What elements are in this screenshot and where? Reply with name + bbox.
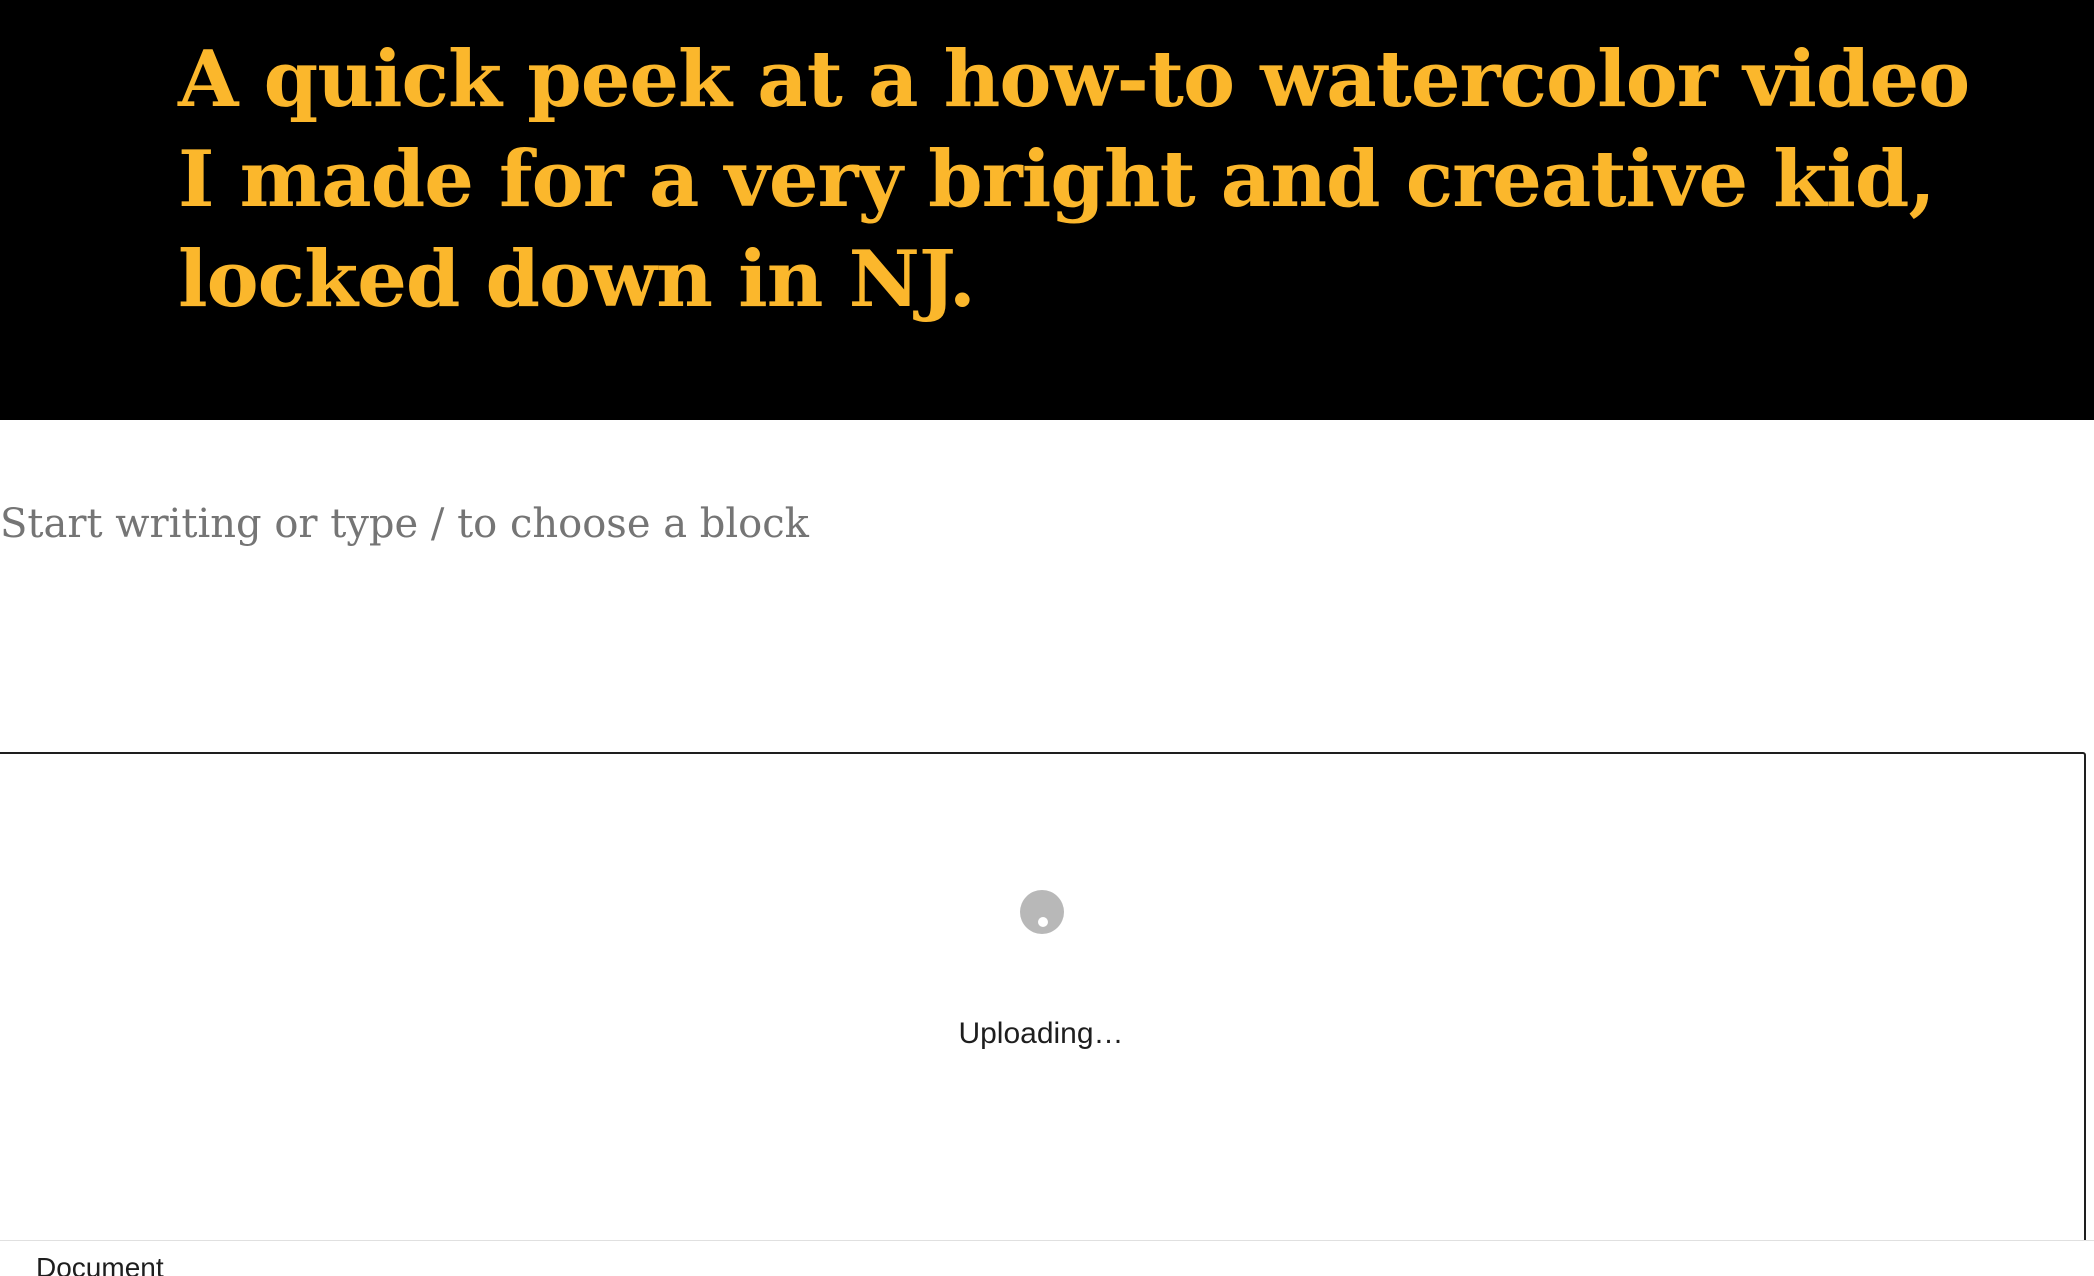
video-upload-block[interactable]: Uploading… — [0, 752, 2086, 1244]
post-title-banner: A quick peek at a how-to watercolor vide… — [0, 0, 2094, 420]
upload-status-text: Uploading… — [958, 1017, 1124, 1050]
loading-spinner-icon — [1020, 890, 1064, 934]
block-appender-placeholder[interactable]: Start writing or type / to choose a bloc… — [0, 494, 809, 554]
block-editor-canvas: A quick peek at a how-to watercolor vide… — [0, 0, 2094, 1276]
editor-footer-bar: Document — [0, 1240, 2094, 1276]
spinner-indicator-dot — [1038, 917, 1048, 927]
post-title[interactable]: A quick peek at a how-to watercolor vide… — [178, 30, 1978, 330]
breadcrumb-document[interactable]: Document — [36, 1251, 164, 1276]
